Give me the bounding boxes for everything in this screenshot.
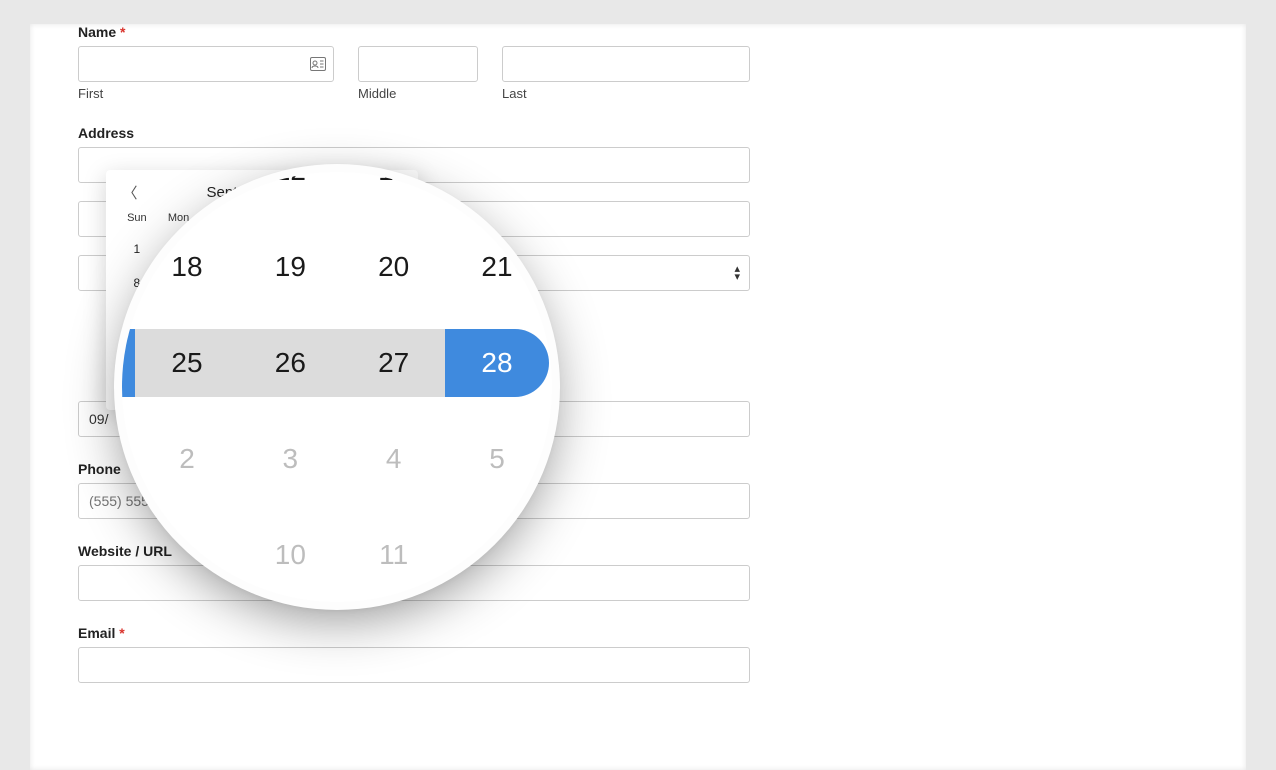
lens-day: 18: [135, 233, 238, 301]
lens-day: 10: [239, 521, 342, 589]
lens-day: 11: [135, 172, 238, 205]
lens-day: [122, 521, 135, 589]
name-required: *: [120, 24, 125, 40]
lens-day-range-start: 24: [122, 329, 135, 397]
lens-day: [445, 521, 548, 589]
lens-day-range: 27: [342, 329, 445, 397]
lens-day: [122, 172, 135, 205]
lens-day: [445, 172, 548, 205]
lens-day: [549, 233, 552, 301]
lens-day: 3: [239, 425, 342, 493]
lens-day: 19: [239, 233, 342, 301]
lens-day: 11: [342, 521, 445, 589]
lens-day: [549, 329, 552, 397]
first-sublabel: First: [78, 86, 334, 101]
lens-day: 17: [122, 233, 135, 301]
email-label-text: Email: [78, 625, 115, 641]
middle-sublabel: Middle: [358, 86, 478, 101]
lens-day: 20: [342, 233, 445, 301]
lens-day: 9: [135, 521, 238, 589]
lens-day: 21: [445, 233, 548, 301]
address-label: Address: [78, 125, 1198, 141]
lens-day: 1: [122, 425, 135, 493]
lens-day: 12: [239, 172, 342, 205]
email-required: *: [119, 625, 124, 641]
lens-day: 4: [342, 425, 445, 493]
lens-day: 5: [445, 425, 548, 493]
lens-day-range-end: 28: [445, 329, 548, 397]
name-label-text: Name: [78, 24, 116, 40]
lens-day-range: 25: [135, 329, 238, 397]
first-name-input[interactable]: [78, 46, 334, 82]
last-sublabel: Last: [502, 86, 750, 101]
middle-name-input[interactable]: [358, 46, 478, 82]
lens-day: [549, 172, 552, 205]
lens-day-range: 26: [239, 329, 342, 397]
lens-day: 2: [135, 425, 238, 493]
last-name-input[interactable]: [502, 46, 750, 82]
email-label: Email *: [78, 625, 1198, 641]
lens-day: [549, 521, 552, 589]
lens-day: 13: [342, 172, 445, 205]
calendar-magnifier: 11 12 13 17 18 19 20 21 24 25 26 27: [122, 172, 552, 602]
lens-day: [549, 425, 552, 493]
name-label: Name *: [78, 24, 1198, 40]
email-input[interactable]: [78, 647, 750, 683]
